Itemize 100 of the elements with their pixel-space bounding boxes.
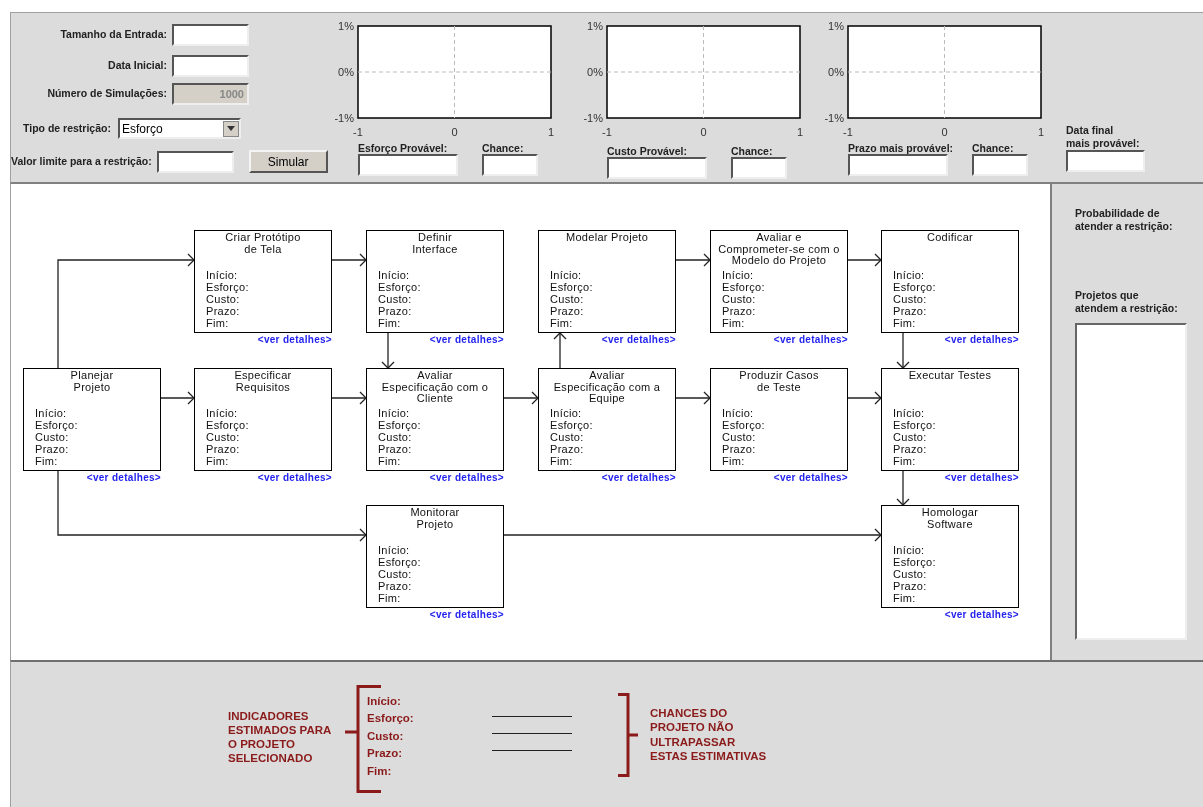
field-label: Custo: bbox=[893, 431, 928, 443]
task-box[interactable]: Modelar Projeto Início: Esforço: Custo: Prazo: Fim: bbox=[538, 230, 676, 333]
input-field[interactable] bbox=[1066, 150, 1145, 172]
tick-label: -1% bbox=[824, 112, 844, 124]
field-label: Início: bbox=[550, 407, 583, 419]
field-label: Fim: bbox=[893, 455, 917, 467]
details-link[interactable]: <ver detalhes> bbox=[773, 334, 848, 346]
field-label: Data Inicial: bbox=[108, 58, 167, 74]
input-field[interactable] bbox=[607, 157, 707, 179]
tick-label: 1 bbox=[796, 126, 804, 138]
field-label: Fim: bbox=[35, 455, 59, 467]
input-field[interactable] bbox=[731, 157, 787, 179]
field-label: Início: bbox=[378, 407, 411, 419]
project-list[interactable] bbox=[1075, 323, 1187, 640]
field-label: Prazo: bbox=[378, 580, 413, 592]
field-label: Início: bbox=[35, 407, 68, 419]
task-title: Avaliar Especificação com a Equipe bbox=[552, 370, 662, 405]
indicator-label: Fim: bbox=[367, 763, 393, 779]
field-label: Prazo mais provável: bbox=[848, 142, 955, 154]
tick-label: 0% bbox=[828, 66, 844, 78]
field-label: Custo: bbox=[722, 431, 757, 443]
tick-label: -1 bbox=[602, 126, 612, 138]
task-box[interactable]: Executar Testes Início: Esforço: Custo: Prazo: Fim: bbox=[881, 368, 1019, 471]
tick-label: 0% bbox=[338, 66, 354, 78]
task-box[interactable]: Criar Protótipo de Tela Início: Esforço: Custo: Prazo: Fim: bbox=[194, 230, 332, 333]
task-title: Definir Interface bbox=[411, 232, 459, 255]
task-box[interactable]: Monitorar Projeto Início: Esforço: Custo: Prazo: Fim: bbox=[366, 505, 504, 608]
field-label: Esforço: bbox=[550, 281, 593, 293]
field-label: Início: bbox=[206, 407, 239, 419]
field-label: Esforço Provável: bbox=[358, 142, 449, 154]
field-label: Início: bbox=[722, 407, 755, 419]
details-link[interactable]: <ver detalhes> bbox=[429, 472, 504, 484]
field-label: Prazo: bbox=[893, 580, 928, 592]
task-box[interactable]: Planejar Projeto Início: Esforço: Custo: Prazo: Fim: bbox=[23, 368, 161, 471]
field-label: Fim: bbox=[893, 317, 917, 329]
field-label: Projetos que atendem a restrição: bbox=[1075, 289, 1179, 315]
task-box[interactable]: Avaliar Especificação com a Equipe Início: Esforço: Custo: Prazo: Fim: bbox=[538, 368, 676, 471]
tick-label: 1 bbox=[1037, 126, 1045, 138]
field-label: Prazo: bbox=[378, 443, 413, 455]
tick-label: 0 bbox=[700, 126, 707, 138]
simulate-button[interactable]: Simular bbox=[248, 150, 328, 173]
tick-label: -1% bbox=[334, 112, 354, 124]
details-link[interactable]: <ver detalhes> bbox=[944, 609, 1019, 621]
field-label: Fim: bbox=[722, 317, 746, 329]
task-title: Codificar bbox=[925, 232, 975, 244]
details-link[interactable]: <ver detalhes> bbox=[601, 472, 676, 484]
input-field[interactable] bbox=[972, 154, 1028, 176]
task-box[interactable]: Avaliar Especificação com o Cliente Início: Esforço: Custo: Prazo: Fim: bbox=[366, 368, 504, 471]
field-label: Fim: bbox=[378, 317, 402, 329]
input-field[interactable] bbox=[156, 150, 234, 173]
details-link[interactable]: <ver detalhes> bbox=[86, 472, 161, 484]
field-label: Esforço: bbox=[722, 281, 765, 293]
field-label: Fim: bbox=[550, 317, 574, 329]
field-label: Custo: bbox=[378, 431, 413, 443]
tick-label: 1 bbox=[547, 126, 555, 138]
field-label: Prazo: bbox=[893, 443, 928, 455]
field-label: Esforço: bbox=[206, 281, 249, 293]
field-label: Chance: bbox=[972, 142, 1015, 154]
input-field[interactable] bbox=[172, 24, 249, 46]
tick-label: 1% bbox=[828, 20, 844, 32]
task-box[interactable]: Avaliar e Comprometer-se com o Modelo do Projeto Início: Esforço: Custo: Prazo: Fim: bbox=[710, 230, 848, 333]
details-link[interactable]: <ver detalhes> bbox=[257, 472, 332, 484]
tick-label: 0% bbox=[587, 66, 603, 78]
task-box[interactable]: Definir Interface Início: Esforço: Custo: Prazo: Fim: bbox=[366, 230, 504, 333]
field-label: Prazo: bbox=[206, 443, 241, 455]
task-box[interactable]: Codificar Início: Esforço: Custo: Prazo: Fim: bbox=[881, 230, 1019, 333]
field-label: Chance: bbox=[482, 142, 525, 154]
tick-label: -1% bbox=[583, 112, 603, 124]
field-label: Custo Provável: bbox=[607, 145, 688, 157]
details-link[interactable]: <ver detalhes> bbox=[429, 334, 504, 346]
details-link[interactable]: <ver detalhes> bbox=[944, 334, 1019, 346]
field-label: Prazo: bbox=[35, 443, 70, 455]
field-label: Esforço: bbox=[893, 419, 936, 431]
task-box[interactable]: Produzir Casos de Teste Início: Esforço: Custo: Prazo: Fim: bbox=[710, 368, 848, 471]
input-field[interactable] bbox=[848, 154, 948, 176]
task-title: Executar Testes bbox=[907, 370, 993, 382]
field-label: Custo: bbox=[550, 431, 585, 443]
task-box[interactable]: Homologar Software Início: Esforço: Custo: Prazo: Fim: bbox=[881, 505, 1019, 608]
indicator-label: Início: bbox=[367, 693, 402, 709]
task-title: Monitorar Projeto bbox=[409, 507, 461, 530]
field-label: Esforço: bbox=[378, 419, 421, 431]
details-link[interactable]: <ver detalhes> bbox=[429, 609, 504, 621]
dropdown[interactable]: Esforço bbox=[117, 118, 241, 139]
field-label: Custo: bbox=[35, 431, 70, 443]
field-label: Chance: bbox=[731, 145, 774, 157]
field-label: Tamanho da Entrada: bbox=[60, 27, 167, 43]
input-field[interactable] bbox=[482, 154, 538, 176]
details-link[interactable]: <ver detalhes> bbox=[601, 334, 676, 346]
details-link[interactable]: <ver detalhes> bbox=[257, 334, 332, 346]
details-link[interactable]: <ver detalhes> bbox=[773, 472, 848, 484]
field-label: Custo: bbox=[206, 431, 241, 443]
field-label: Esforço: bbox=[378, 281, 421, 293]
input-field[interactable] bbox=[172, 55, 249, 77]
field-label: Prazo: bbox=[722, 443, 757, 455]
details-link[interactable]: <ver detalhes> bbox=[944, 472, 1019, 484]
task-title: Avaliar e Comprometer-se com o Modelo do Projeto bbox=[717, 232, 841, 267]
field-label: Custo: bbox=[378, 293, 413, 305]
input-field[interactable] bbox=[358, 154, 458, 176]
field-label: Início: bbox=[206, 269, 239, 281]
task-box[interactable]: Especificar Requisitos Início: Esforço: Custo: Prazo: Fim: bbox=[194, 368, 332, 471]
